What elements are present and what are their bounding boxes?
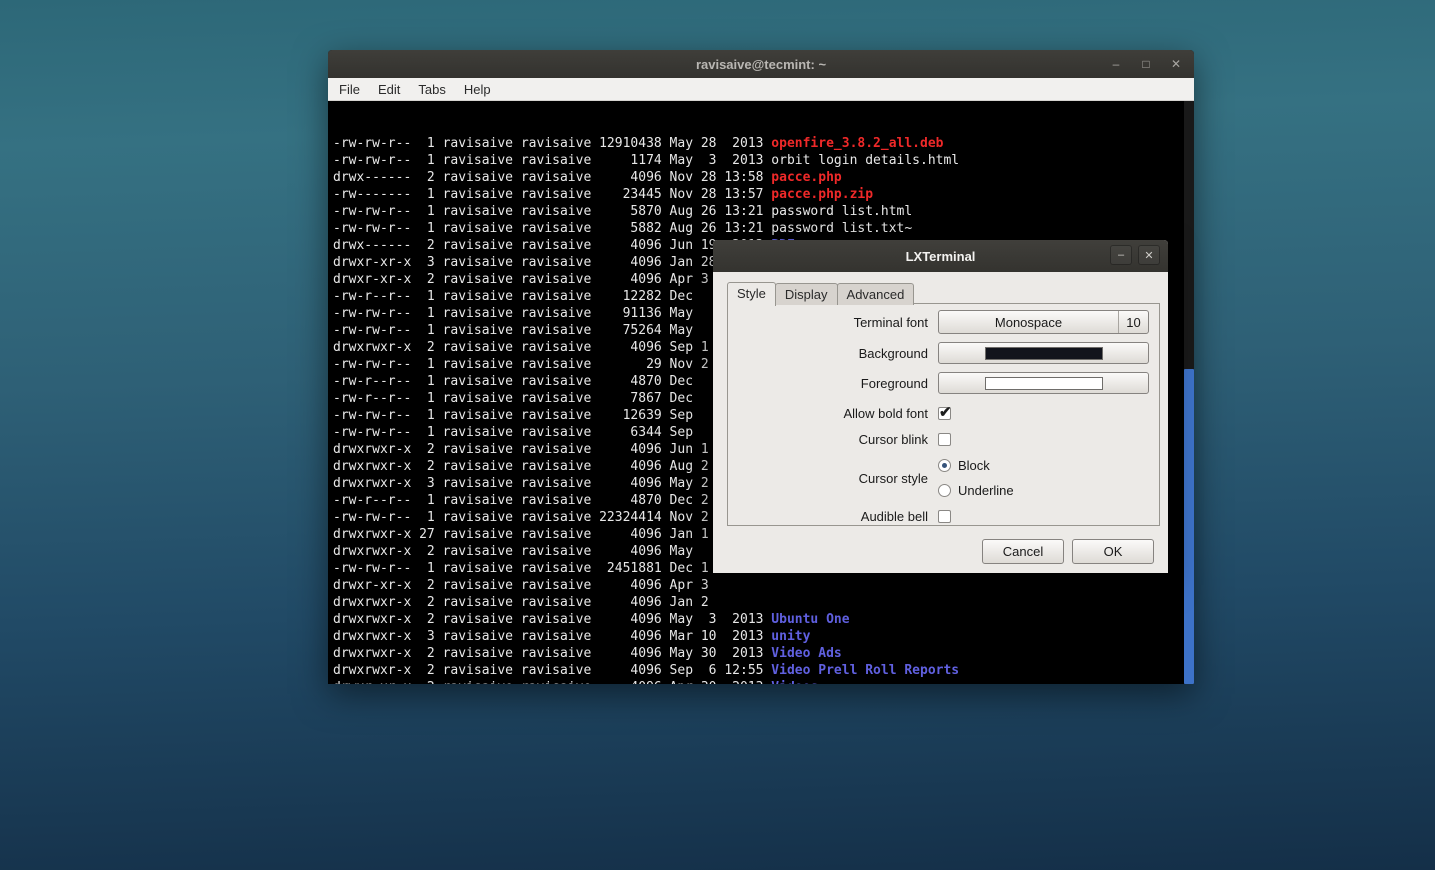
block-radio[interactable]	[938, 459, 951, 472]
scrollbar-thumb[interactable]	[1184, 369, 1194, 684]
dialog-actions: Cancel OK	[982, 539, 1154, 564]
cursor-style-block-option[interactable]: Block	[938, 458, 1014, 473]
cursor-style-row: Cursor style Block Underline	[728, 458, 1149, 498]
foreground-swatch	[985, 377, 1103, 390]
background-color-button[interactable]	[938, 342, 1149, 364]
close-icon[interactable]: ✕	[1168, 57, 1184, 71]
terminal-line: drwxrwxr-x 3 ravisaive ravisaive 4096 Ma…	[333, 628, 1194, 645]
terminal-line: drwx------ 2 ravisaive ravisaive 4096 No…	[333, 169, 1194, 186]
dialog-window-controls: – ✕	[1110, 245, 1160, 265]
terminal-line: -rw-rw-r-- 1 ravisaive ravisaive 5870 Au…	[333, 203, 1194, 220]
ok-button[interactable]: OK	[1072, 539, 1154, 564]
dialog-body: Style Display Advanced Terminal font Mon…	[713, 272, 1168, 573]
menu-tabs[interactable]: Tabs	[409, 82, 454, 97]
maximize-icon[interactable]: □	[1138, 57, 1154, 71]
foreground-label: Foreground	[728, 376, 928, 391]
foreground-row: Foreground	[728, 372, 1149, 394]
desktop: ravisaive@tecmint: ~ – □ ✕ File Edit Tab…	[0, 0, 1435, 870]
cursor-style-options: Block Underline	[938, 458, 1014, 498]
font-picker-button[interactable]: Monospace 10	[938, 310, 1149, 334]
dialog-minimize-icon[interactable]: –	[1110, 245, 1132, 265]
terminal-line: drwxrwxr-x 2 ravisaive ravisaive 4096 Ma…	[333, 611, 1194, 628]
terminal-line: drwxr-xr-x 2 ravisaive ravisaive 4096 Ap…	[333, 577, 1194, 594]
background-row: Background	[728, 342, 1149, 364]
cursor-blink-checkbox[interactable]	[938, 433, 951, 446]
foreground-color-button[interactable]	[938, 372, 1149, 394]
terminal-titlebar[interactable]: ravisaive@tecmint: ~ – □ ✕	[328, 50, 1194, 78]
allow-bold-row: Allow bold font	[728, 406, 1149, 421]
terminal-line: drwxrwxr-x 2 ravisaive ravisaive 4096 Ja…	[333, 594, 1194, 611]
terminal-line: drwxr-xr-x 2 ravisaive ravisaive 4096 Ap…	[333, 679, 1194, 684]
cancel-button[interactable]: Cancel	[982, 539, 1064, 564]
background-label: Background	[728, 346, 928, 361]
lxterminal-preferences-dialog: LXTerminal – ✕ Style Display Advanced Te…	[713, 240, 1168, 573]
terminal-line: drwxrwxr-x 2 ravisaive ravisaive 4096 Se…	[333, 662, 1194, 679]
dialog-tabs: Style Display Advanced	[727, 281, 913, 305]
style-tab-panel: Terminal font Monospace 10 Background Fo…	[727, 303, 1160, 526]
terminal-line: drwxrwxr-x 2 ravisaive ravisaive 4096 Ma…	[333, 645, 1194, 662]
terminal-line: -rw-rw-r-- 1 ravisaive ravisaive 1291043…	[333, 135, 1194, 152]
allow-bold-label: Allow bold font	[728, 406, 928, 421]
menu-file[interactable]: File	[330, 82, 369, 97]
underline-radio[interactable]	[938, 484, 951, 497]
terminal-window-title: ravisaive@tecmint: ~	[696, 57, 826, 72]
font-name: Monospace	[939, 311, 1118, 333]
background-swatch	[985, 347, 1103, 360]
minimize-icon[interactable]: –	[1108, 57, 1124, 71]
allow-bold-checkbox[interactable]	[938, 407, 951, 420]
cursor-blink-label: Cursor blink	[728, 432, 928, 447]
dialog-close-icon[interactable]: ✕	[1138, 245, 1160, 265]
audible-bell-checkbox[interactable]	[938, 510, 951, 523]
underline-label: Underline	[958, 483, 1014, 498]
cursor-blink-row: Cursor blink	[728, 432, 1149, 447]
audible-bell-label: Audible bell	[728, 509, 928, 524]
terminal-line: -rw------- 1 ravisaive ravisaive 23445 N…	[333, 186, 1194, 203]
tab-display[interactable]: Display	[775, 283, 838, 305]
dialog-titlebar[interactable]: LXTerminal – ✕	[713, 240, 1168, 272]
block-label: Block	[958, 458, 990, 473]
cursor-style-label: Cursor style	[728, 471, 928, 486]
cursor-style-underline-option[interactable]: Underline	[938, 483, 1014, 498]
font-size: 10	[1118, 311, 1148, 333]
window-controls: – □ ✕	[1108, 50, 1184, 78]
menu-help[interactable]: Help	[455, 82, 500, 97]
dialog-title: LXTerminal	[906, 249, 976, 264]
terminal-line: -rw-rw-r-- 1 ravisaive ravisaive 1174 Ma…	[333, 152, 1194, 169]
menu-edit[interactable]: Edit	[369, 82, 409, 97]
terminal-scrollbar[interactable]	[1184, 101, 1194, 684]
terminal-line: -rw-rw-r-- 1 ravisaive ravisaive 5882 Au…	[333, 220, 1194, 237]
terminal-menubar: File Edit Tabs Help	[328, 78, 1194, 101]
terminal-font-label: Terminal font	[728, 315, 928, 330]
tab-advanced[interactable]: Advanced	[837, 283, 915, 305]
audible-bell-row: Audible bell	[728, 509, 1149, 524]
tab-style[interactable]: Style	[727, 282, 776, 306]
terminal-font-row: Terminal font Monospace 10	[728, 310, 1149, 334]
